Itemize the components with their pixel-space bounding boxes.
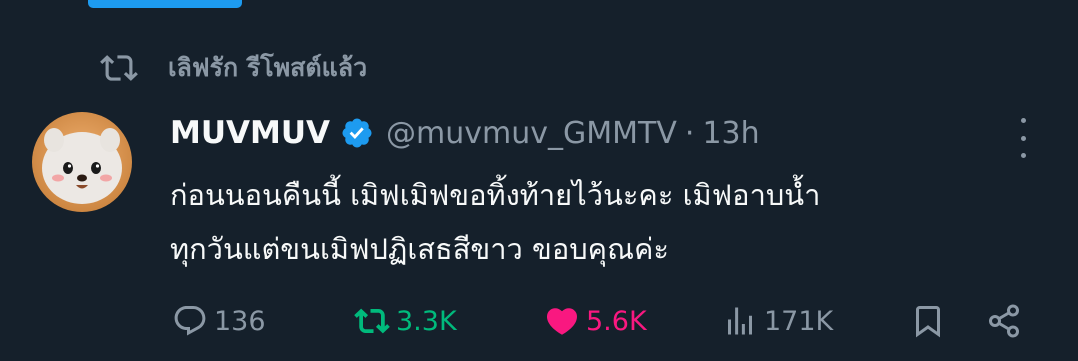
repost-icon [100,55,138,81]
like-button[interactable]: 5.6K [544,296,647,346]
user-handle[interactable]: @muvmuv_GMMTV [386,116,677,151]
repost-count: 3.3K [396,305,457,337]
verified-badge-icon[interactable] [340,116,374,150]
reply-icon [174,306,206,336]
reply-button[interactable]: 136 [172,296,266,346]
repost-button[interactable]: 3.3K [354,296,457,346]
separator-dot: · [684,115,695,151]
repost-label[interactable]: เลิฟรัก รีโพสต์แล้ว [168,48,367,88]
views-icon [728,307,752,335]
avatar[interactable] [32,112,132,212]
like-count: 5.6K [586,305,647,337]
share-icon [989,304,1019,338]
tweet-text-line: ทุกวันแต่ขนเมิฟปฏิเสธสีขาว ขอบคุณค่ะ [170,232,669,266]
tweet-header: MUVMUV @muvmuv_GMMTV · 13h [170,108,760,158]
share-button[interactable] [986,296,1022,346]
views-count: 171K [764,305,834,337]
reply-count: 136 [214,305,266,337]
repost-context: เลิฟรัก รีโพสต์แล้ว [100,48,367,88]
tweet-actions: 136 3.3K 5.6K 171K [0,296,1078,346]
timestamp[interactable]: 13h [702,116,759,151]
bookmark-icon [916,306,940,338]
display-name[interactable]: MUVMUV [170,115,330,151]
tab-active-indicator [88,0,242,8]
repost-action-icon [354,308,390,334]
more-options-icon[interactable] [1010,118,1036,158]
heart-icon [546,308,578,335]
views-button[interactable]: 171K [722,296,833,346]
tweet-text: ก่อนนอนคืนนี้ เมิฟเมิฟขอทิ้งท้ายไว้นะคะ … [170,168,1050,276]
tweet-text-line: ก่อนนอนคืนนี้ เมิฟเมิฟขอทิ้งท้ายไว้นะคะ … [170,178,821,212]
bookmark-button[interactable] [910,296,946,346]
